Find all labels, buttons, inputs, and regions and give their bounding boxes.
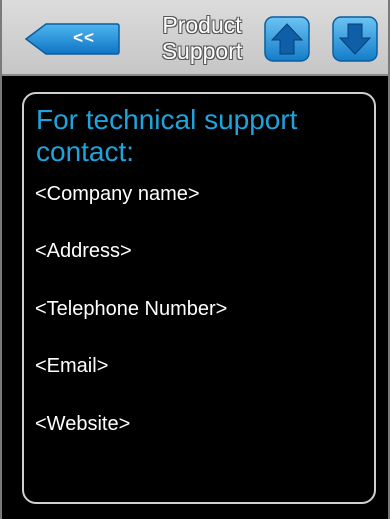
website-line: <Website> (35, 413, 131, 435)
scroll-up-button[interactable] (264, 16, 310, 62)
address-line: <Address> (35, 240, 132, 262)
telephone-line: <Telephone Number> (35, 298, 228, 320)
email-line: <Email> (35, 355, 109, 377)
support-heading: For technical support contact: (36, 104, 298, 167)
company-name-line: <Company name> (35, 183, 200, 205)
page-title: Product Support (150, 12, 254, 64)
page-title-line-2: Support (161, 38, 243, 64)
device-screen: << Product Support For technical support… (0, 0, 390, 519)
arrow-down-icon (332, 16, 378, 62)
back-button[interactable]: << (24, 23, 120, 55)
arrow-up-icon (264, 16, 310, 62)
back-button-label: << (73, 28, 95, 47)
support-info-panel: For technical support contact: <Company … (22, 92, 376, 504)
scroll-down-button[interactable] (332, 16, 378, 62)
page-title-line-1: Product (162, 12, 242, 38)
header-bar: << Product Support (2, 0, 388, 76)
